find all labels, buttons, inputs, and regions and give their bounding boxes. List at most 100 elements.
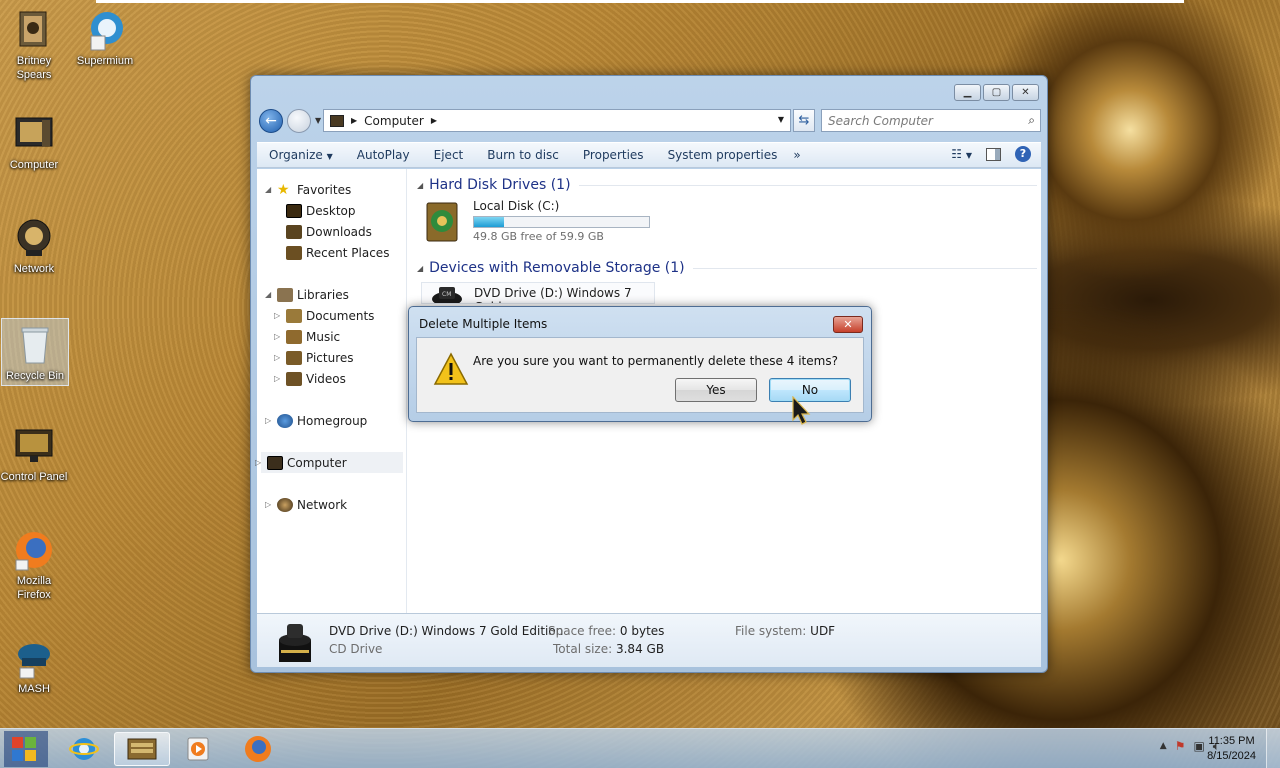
minimize-button[interactable]: ▁ bbox=[954, 84, 981, 101]
eject-button[interactable]: Eject bbox=[422, 148, 476, 162]
nav-recent-places[interactable]: Recent Places bbox=[286, 242, 389, 263]
collapse-arrow-icon[interactable]: ◢ bbox=[417, 264, 423, 273]
preview-pane-icon[interactable] bbox=[986, 147, 1001, 161]
breadcrumb-computer[interactable]: Computer bbox=[364, 114, 424, 128]
taskbar-windows-explorer[interactable] bbox=[114, 732, 170, 766]
expand-arrow-icon[interactable]: ▷ bbox=[274, 332, 280, 341]
caption-buttons: ▁ ▢ ✕ bbox=[952, 84, 1039, 101]
windows-explorer-icon bbox=[127, 738, 157, 760]
expand-arrow-icon[interactable]: ▷ bbox=[265, 416, 271, 425]
desktop-icon-computer[interactable]: Computer bbox=[0, 112, 68, 172]
music-folder-icon bbox=[286, 329, 302, 344]
dvd-drive-icon: CM bbox=[430, 285, 464, 303]
expand-arrow-icon[interactable]: ▷ bbox=[274, 374, 280, 383]
downloads-folder-icon bbox=[286, 224, 302, 239]
taskbar-internet-explorer[interactable] bbox=[56, 732, 112, 766]
back-button[interactable]: ← bbox=[259, 109, 283, 133]
expand-arrow-icon[interactable]: ▷ bbox=[265, 500, 271, 509]
desktop-icon-network[interactable]: Network bbox=[0, 216, 68, 276]
nav-network[interactable]: ▷ Network bbox=[265, 494, 347, 515]
desktop-icon-britney-spears[interactable]: Britney Spears bbox=[0, 8, 68, 82]
desktop-icon-firefox[interactable]: Mozilla Firefox bbox=[0, 528, 68, 602]
desktop-icon-supermium[interactable]: Supermium bbox=[71, 8, 139, 68]
view-options-icon[interactable]: ☷ ▼ bbox=[951, 147, 972, 161]
command-bar: Organize ▼ AutoPlay Eject Burn to disc P… bbox=[257, 142, 1041, 168]
forward-button[interactable] bbox=[287, 109, 311, 133]
expand-arrow-icon[interactable]: ▷ bbox=[255, 458, 261, 467]
more-commands-button[interactable]: » bbox=[789, 148, 804, 162]
desktop-icon-recycle-bin[interactable]: Recycle Bin bbox=[1, 318, 69, 386]
group-divider bbox=[578, 184, 1037, 186]
group-header-removable[interactable]: ◢ Devices with Removable Storage (1) bbox=[417, 258, 1037, 278]
clock[interactable]: 11:35 PM 8/15/2024 bbox=[1207, 734, 1256, 764]
details-type: CD Drive bbox=[329, 642, 383, 656]
search-placeholder: Search Computer bbox=[828, 114, 933, 128]
breadcrumb-separator-icon[interactable]: ▶ bbox=[351, 116, 357, 125]
drive-dvd-d[interactable]: CM DVD Drive (D:) Windows 7 Gold bbox=[421, 282, 655, 304]
network-small-icon bbox=[277, 497, 293, 512]
address-dropdown-icon[interactable]: ▼ bbox=[778, 115, 784, 124]
details-pane: DVD Drive (D:) Windows 7 Gold Edition CD… bbox=[257, 613, 1041, 667]
organize-button[interactable]: Organize ▼ bbox=[257, 148, 345, 162]
search-input[interactable]: Search Computer ⌕ bbox=[821, 109, 1041, 132]
action-center-flag-icon[interactable]: ⚑ bbox=[1175, 739, 1186, 754]
network-icon bbox=[12, 216, 56, 260]
desktop-icon-mash[interactable]: MASH bbox=[0, 636, 68, 696]
warning-icon bbox=[433, 352, 469, 386]
expand-arrow-icon[interactable]: ◢ bbox=[265, 185, 271, 194]
clock-time: 11:35 PM bbox=[1208, 735, 1255, 747]
start-button[interactable] bbox=[0, 729, 54, 768]
firefox-icon bbox=[245, 736, 271, 762]
close-button[interactable]: ✕ bbox=[1012, 84, 1039, 101]
address-bar[interactable]: ▶ Computer ▶ ▼ bbox=[323, 109, 791, 132]
taskbar-firefox[interactable] bbox=[230, 732, 286, 766]
show-hidden-icons-icon[interactable]: ▲ bbox=[1160, 741, 1167, 754]
space-free-label: Space free: bbox=[548, 624, 617, 638]
nav-downloads[interactable]: Downloads bbox=[286, 221, 372, 242]
recent-pages-dropdown-icon[interactable]: ▼ bbox=[315, 116, 321, 125]
nav-videos[interactable]: ▷ Videos bbox=[274, 368, 346, 389]
show-desktop-button[interactable] bbox=[1266, 729, 1280, 768]
system-properties-button[interactable]: System properties bbox=[656, 148, 790, 162]
desktop-icon-label: Supermium bbox=[76, 55, 134, 67]
nav-documents[interactable]: ▷ Documents bbox=[274, 305, 375, 326]
nav-computer[interactable]: ▷ Computer bbox=[255, 452, 403, 473]
drive-usage-fill bbox=[474, 217, 504, 227]
music-folder-icon bbox=[12, 8, 56, 52]
group-header-hard-disks[interactable]: ◢ Hard Disk Drives (1) bbox=[417, 175, 1037, 195]
expand-arrow-icon[interactable]: ▷ bbox=[274, 353, 280, 362]
collapse-arrow-icon[interactable]: ◢ bbox=[417, 181, 423, 190]
control-panel-icon bbox=[12, 424, 56, 468]
yes-button[interactable]: Yes bbox=[675, 378, 757, 402]
nav-favorites[interactable]: ◢ ★ Favorites bbox=[265, 179, 351, 200]
desktop-icon-label: MASH bbox=[18, 683, 50, 695]
properties-button[interactable]: Properties bbox=[571, 148, 656, 162]
help-icon[interactable]: ? bbox=[1015, 146, 1031, 162]
nav-pictures[interactable]: ▷ Pictures bbox=[274, 347, 354, 368]
drive-local-disk-c[interactable]: Local Disk (C:) 49.8 GB free of 59.9 GB bbox=[423, 199, 663, 249]
autoplay-button[interactable]: AutoPlay bbox=[345, 148, 422, 162]
space-free-value: 0 bytes bbox=[619, 624, 665, 638]
nav-homegroup[interactable]: ▷ Homegroup bbox=[265, 410, 368, 431]
network-status-icon[interactable]: ▣ bbox=[1193, 739, 1204, 754]
nav-libraries[interactable]: ◢ Libraries bbox=[265, 284, 349, 305]
taskbar-media-player[interactable] bbox=[170, 732, 226, 766]
expand-arrow-icon[interactable]: ▷ bbox=[274, 311, 280, 320]
firefox-icon bbox=[12, 528, 56, 572]
burn-to-disc-button[interactable]: Burn to disc bbox=[475, 148, 571, 162]
star-icon: ★ bbox=[277, 181, 290, 198]
maximize-button[interactable]: ▢ bbox=[983, 84, 1010, 101]
nav-documents-label: Documents bbox=[306, 308, 375, 323]
nav-downloads-label: Downloads bbox=[306, 224, 372, 239]
refresh-button[interactable]: ⇆ bbox=[793, 109, 815, 132]
expand-arrow-icon[interactable]: ◢ bbox=[265, 290, 271, 299]
breadcrumb-separator-icon[interactable]: ▶ bbox=[431, 116, 437, 125]
nav-music[interactable]: ▷ Music bbox=[274, 326, 340, 347]
navigation-pane: ◢ ★ Favorites Desktop Downloads Recent Pla… bbox=[255, 169, 407, 613]
desktop-icon-control-panel[interactable]: Control Panel bbox=[0, 424, 68, 484]
file-system-label: File system: bbox=[735, 624, 807, 638]
dialog-close-button[interactable]: ✕ bbox=[833, 316, 863, 333]
organize-label: Organize bbox=[269, 148, 323, 162]
nav-desktop[interactable]: Desktop bbox=[286, 200, 356, 221]
nav-homegroup-label: Homegroup bbox=[297, 413, 368, 428]
